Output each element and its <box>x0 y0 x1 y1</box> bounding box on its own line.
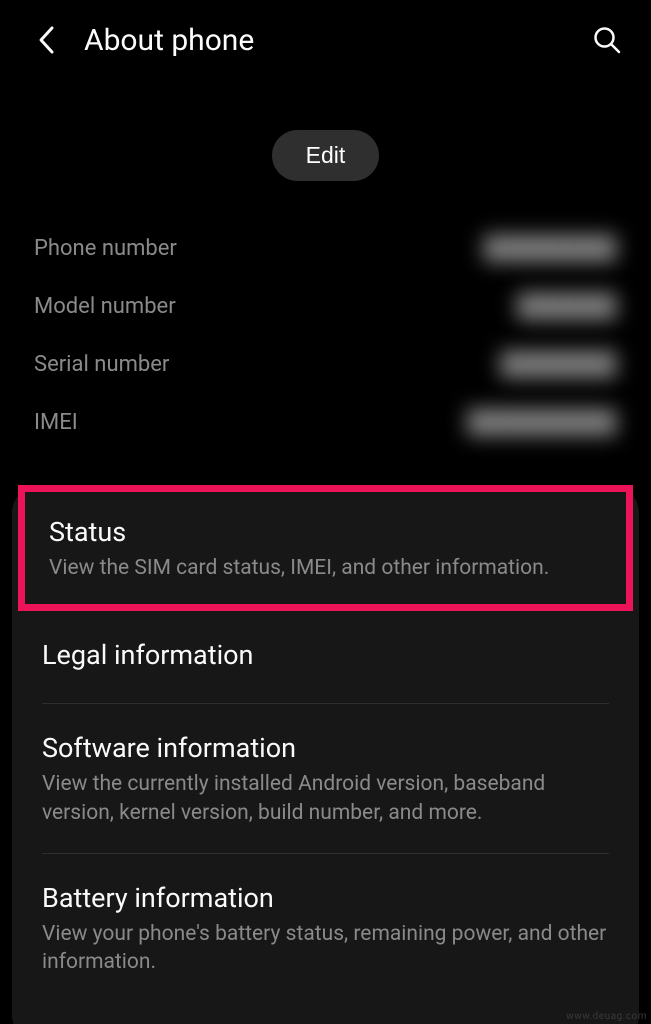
software-title: Software information <box>42 732 609 764</box>
info-row-model-number[interactable]: Model number ██████ <box>34 277 617 335</box>
info-label: Phone number <box>34 236 177 261</box>
battery-information-item[interactable]: Battery information View your phone's ba… <box>12 854 639 1003</box>
info-value: ███████ <box>501 351 617 377</box>
battery-title: Battery information <box>42 882 609 914</box>
search-icon <box>592 25 622 55</box>
legal-title: Legal information <box>42 639 609 671</box>
battery-subtitle: View your phone's battery status, remain… <box>42 920 609 977</box>
info-value: ████████ <box>484 235 617 261</box>
page-title: About phone <box>84 23 585 58</box>
edit-button[interactable]: Edit <box>272 130 380 181</box>
software-information-item[interactable]: Software information View the currently … <box>12 704 639 853</box>
watermark: www.deuag.com <box>566 1011 647 1022</box>
info-value: █████████ <box>468 409 617 435</box>
status-subtitle: View the SIM card status, IMEI, and othe… <box>49 554 602 582</box>
about-phone-card: Status View the SIM card status, IMEI, a… <box>12 485 639 1024</box>
back-chevron-icon <box>37 25 55 55</box>
status-highlight: Status View the SIM card status, IMEI, a… <box>18 485 633 611</box>
info-row-imei[interactable]: IMEI █████████ <box>34 393 617 451</box>
info-row-phone-number[interactable]: Phone number ████████ <box>34 219 617 277</box>
info-label: Model number <box>34 294 176 319</box>
edit-row: Edit <box>0 130 651 181</box>
header: About phone <box>0 0 651 80</box>
info-row-serial-number[interactable]: Serial number ███████ <box>34 335 617 393</box>
info-label: Serial number <box>34 352 169 377</box>
status-title: Status <box>49 516 602 548</box>
info-value: ██████ <box>517 293 617 319</box>
search-button[interactable] <box>585 18 629 62</box>
info-list: Phone number ████████ Model number █████… <box>0 219 651 451</box>
info-label: IMEI <box>34 410 78 435</box>
status-item[interactable]: Status View the SIM card status, IMEI, a… <box>25 492 626 604</box>
software-subtitle: View the currently installed Android ver… <box>42 770 609 827</box>
back-button[interactable] <box>26 20 66 60</box>
legal-information-item[interactable]: Legal information <box>12 611 639 703</box>
